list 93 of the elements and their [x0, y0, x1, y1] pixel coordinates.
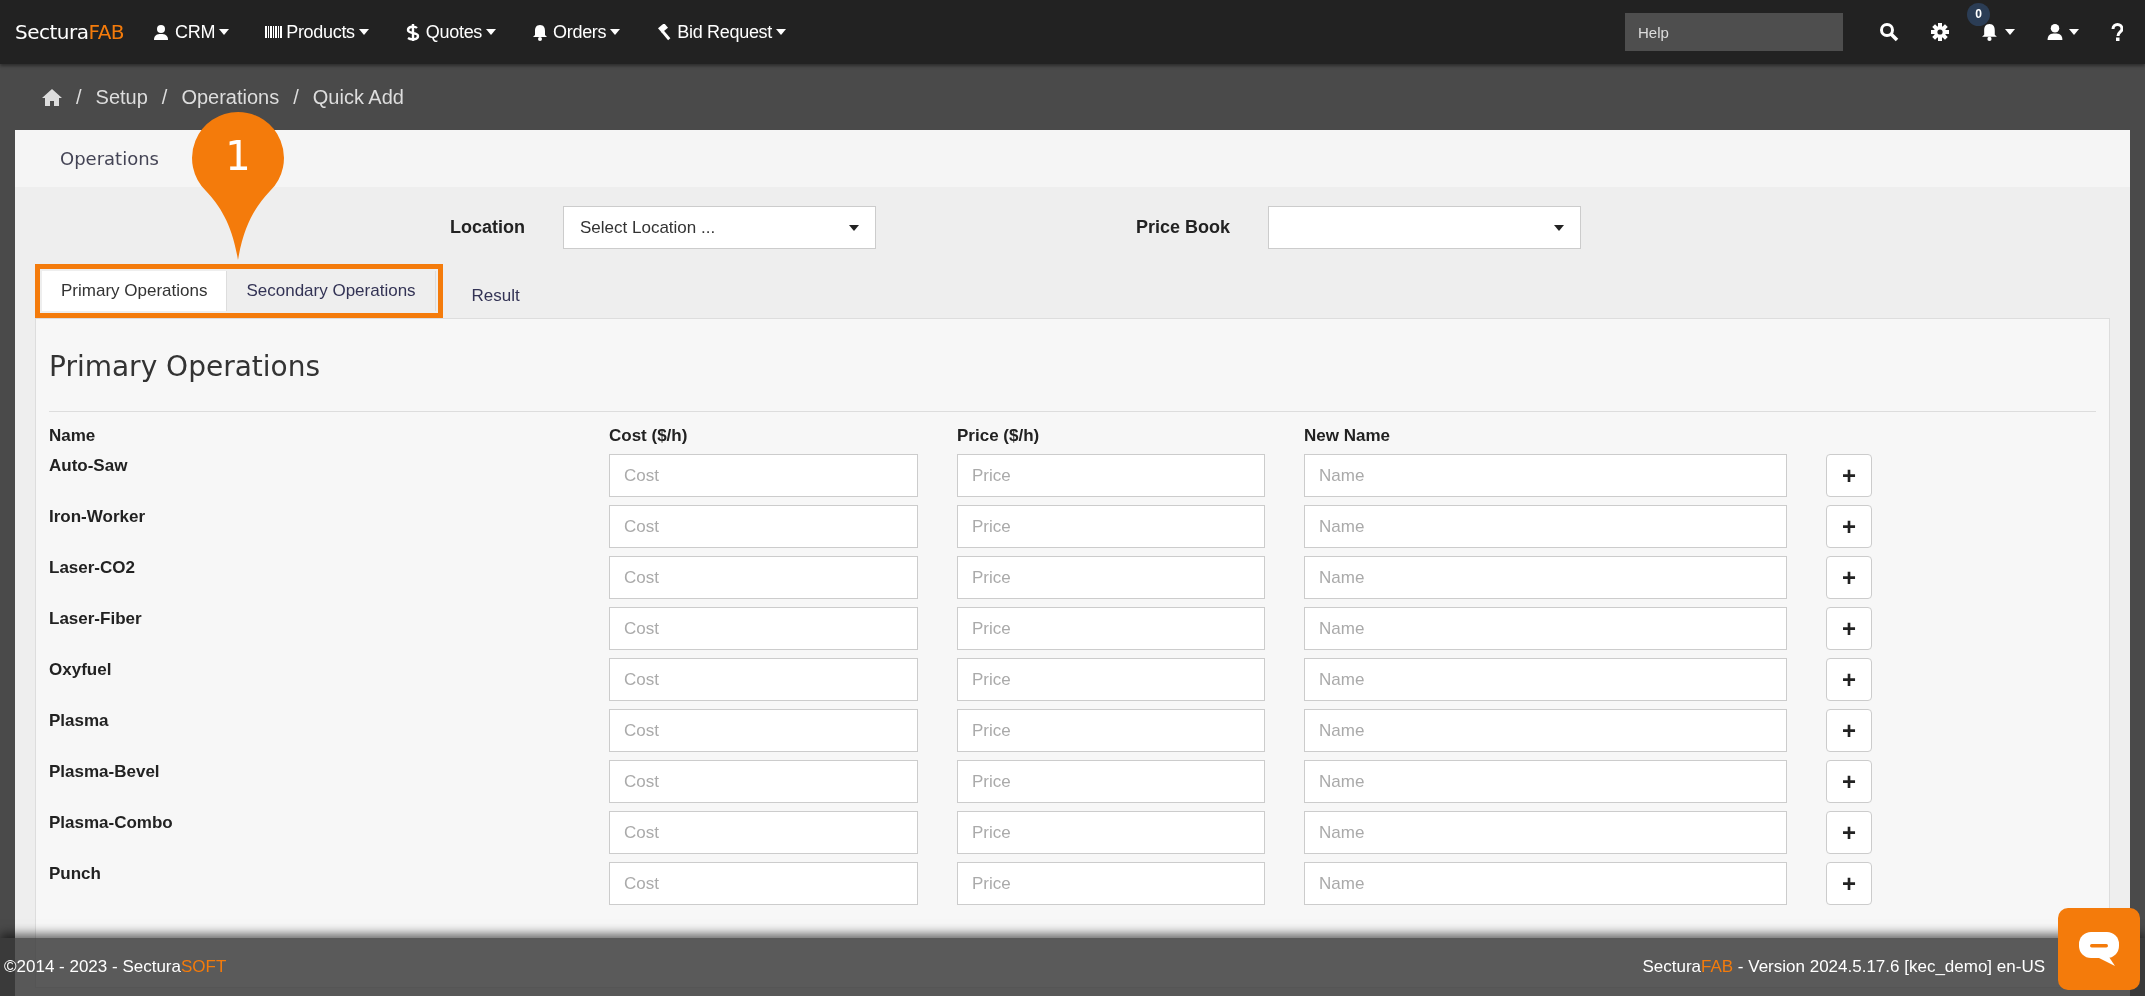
caret-icon	[776, 29, 787, 35]
operation-name: Plasma	[49, 710, 110, 731]
name-field[interactable]: Name	[1304, 556, 1787, 599]
home-icon	[42, 88, 62, 106]
field-label: Price Book	[1136, 217, 1231, 238]
caret-icon	[219, 29, 230, 35]
copyright-text: ©2014 - 2023 - SecturaSOFT	[4, 957, 227, 977]
add-button[interactable]: +	[1826, 862, 1872, 905]
panel-title: Operations	[60, 148, 159, 169]
search-icon	[1879, 22, 1899, 42]
version-text: SecturaFAB - Version 2024.5.17.6 [kec_demo] en-US	[1642, 957, 2045, 977]
nav-menu-item[interactable]: Bid Request	[656, 21, 787, 43]
tab[interactable]: Primary Operations	[42, 271, 228, 311]
price-field[interactable]: Price	[957, 556, 1265, 599]
caret-icon	[2005, 29, 2015, 35]
dropdown-field[interactable]: Select Location ...	[563, 206, 876, 249]
caret-icon	[2069, 29, 2079, 35]
cost-field[interactable]: Cost	[609, 862, 918, 905]
help-icon	[2111, 23, 2123, 41]
field-label: Location	[450, 217, 525, 238]
step-number: 1	[224, 132, 252, 180]
breadcrumb-link[interactable]: Operations	[181, 85, 280, 109]
bell-icon	[532, 23, 550, 41]
name-field[interactable]: Name	[1304, 454, 1787, 497]
operation-name: Plasma-Bevel	[49, 761, 161, 782]
cost-field[interactable]: Cost	[609, 607, 918, 650]
column-header: New Name	[1304, 426, 1391, 446]
nav-menu-item[interactable]: CRM	[154, 21, 230, 43]
name-field[interactable]: Name	[1304, 811, 1787, 854]
add-button[interactable]: +	[1826, 811, 1872, 854]
operation-name: Punch	[49, 863, 102, 884]
cost-field[interactable]: Cost	[609, 556, 918, 599]
user-icon	[2047, 23, 2063, 41]
operation-name: Laser-Fiber	[49, 608, 143, 629]
dollar-icon	[404, 23, 422, 41]
operation-name: Oxyfuel	[49, 659, 113, 680]
name-field[interactable]: Name	[1304, 607, 1787, 650]
breadcrumb-link[interactable]: Setup	[95, 85, 148, 109]
chat-icon	[2079, 932, 2119, 966]
add-button[interactable]: +	[1826, 556, 1872, 599]
column-header: Cost ($/h)	[609, 426, 689, 446]
name-field[interactable]: Name	[1304, 862, 1787, 905]
operation-name: Plasma-Combo	[49, 812, 174, 833]
add-button[interactable]: +	[1826, 658, 1872, 701]
name-field[interactable]: Name	[1304, 505, 1787, 548]
breadcrumb-separator: /	[76, 85, 82, 109]
help-search-field[interactable]: Help	[1625, 13, 1843, 51]
cost-field[interactable]: Cost	[609, 505, 918, 548]
breadcrumb-link[interactable]: Quick Add	[312, 85, 404, 109]
price-field[interactable]: Price	[957, 607, 1265, 650]
settings-icon	[1931, 23, 1949, 41]
cost-field[interactable]: Cost	[609, 811, 918, 854]
price-field[interactable]: Price	[957, 505, 1265, 548]
price-field[interactable]: Price	[957, 760, 1265, 803]
operation-name: Auto-Saw	[49, 455, 129, 476]
dropdown-field[interactable]	[1268, 206, 1582, 249]
operation-name: Iron-Worker	[49, 506, 147, 527]
nav-menu-item[interactable]: Products	[265, 21, 369, 43]
caret-icon	[610, 29, 621, 35]
price-field[interactable]: Price	[957, 709, 1265, 752]
nav-menu-item[interactable]: Quotes	[404, 21, 497, 43]
cost-field[interactable]: Cost	[609, 454, 918, 497]
price-field[interactable]: Price	[957, 658, 1265, 701]
name-field[interactable]: Name	[1304, 658, 1787, 701]
caret-icon	[849, 224, 859, 231]
caret-icon	[1554, 224, 1565, 231]
add-button[interactable]: +	[1826, 709, 1872, 752]
name-field[interactable]: Name	[1304, 760, 1787, 803]
price-field[interactable]: Price	[957, 811, 1265, 854]
add-button[interactable]: +	[1826, 760, 1872, 803]
column-header: Name	[49, 426, 97, 446]
bell-icon	[1981, 23, 1999, 41]
breadcrumb-separator: /	[161, 85, 168, 109]
breadcrumb-separator: /	[293, 85, 299, 109]
add-button[interactable]: +	[1826, 454, 1872, 497]
cost-field[interactable]: Cost	[609, 760, 918, 803]
name-field[interactable]: Name	[1304, 709, 1787, 752]
chat-button[interactable]	[2058, 908, 2140, 990]
operation-name: Laser-CO2	[49, 557, 136, 578]
logo[interactable]: SecturaFAB	[15, 20, 125, 44]
price-field[interactable]: Price	[957, 454, 1265, 497]
add-button[interactable]: +	[1826, 607, 1872, 650]
caret-icon	[358, 29, 369, 35]
cost-field[interactable]: Cost	[609, 709, 918, 752]
cost-field[interactable]: Cost	[609, 658, 918, 701]
add-button[interactable]: +	[1826, 505, 1872, 548]
notification-count: 0	[1967, 3, 1990, 26]
barcode-icon	[265, 23, 283, 41]
section-title: Primary Operations	[49, 349, 322, 385]
caret-icon	[486, 29, 497, 35]
price-field[interactable]: Price	[957, 862, 1265, 905]
nav-menu-item[interactable]: Orders	[532, 21, 621, 43]
column-header: Price ($/h)	[957, 426, 1041, 446]
